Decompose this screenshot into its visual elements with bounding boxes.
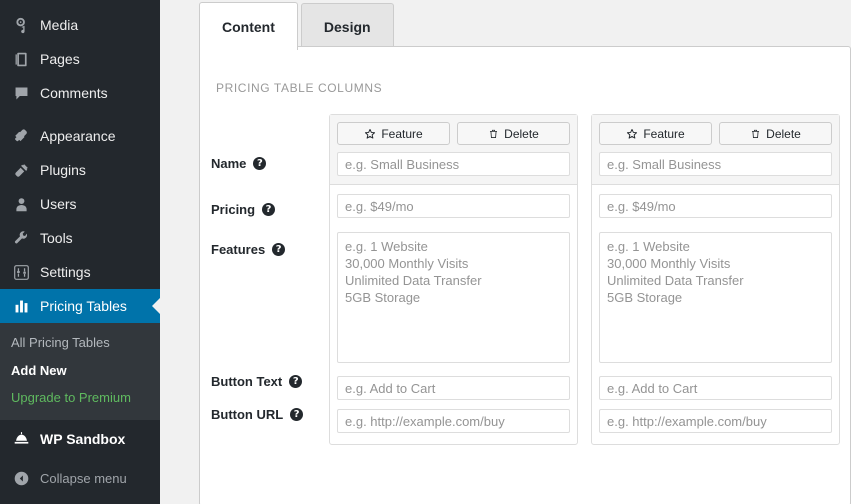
- column-pricing-input[interactable]: [337, 194, 570, 218]
- sidebar-item-plugins[interactable]: Plugins: [0, 153, 160, 187]
- sidebar-item-settings[interactable]: Settings: [0, 255, 160, 289]
- sidebar-item-label: Comments: [40, 86, 108, 100]
- sidebar-item-label: Media: [40, 18, 78, 32]
- sidebar-item-appearance[interactable]: Appearance: [0, 119, 160, 153]
- delete-button[interactable]: Delete: [719, 122, 832, 145]
- sidebar-item-comments[interactable]: Comments: [0, 76, 160, 110]
- label-name: Name ?: [211, 156, 266, 171]
- column-name-input[interactable]: [337, 152, 570, 176]
- tab-content[interactable]: Content: [199, 2, 298, 50]
- help-icon[interactable]: ?: [289, 375, 302, 388]
- column-header: Feature Delete: [330, 115, 577, 185]
- help-icon[interactable]: ?: [290, 408, 303, 421]
- column-body: [592, 185, 839, 444]
- chart-bar-icon: [11, 296, 31, 316]
- label-button-url: Button URL ?: [211, 407, 303, 422]
- submenu-item-all-pricing-tables[interactable]: All Pricing Tables: [0, 329, 160, 357]
- column-features-textarea[interactable]: [337, 232, 570, 363]
- plugins-icon: [11, 160, 31, 180]
- settings-icon: [11, 262, 31, 282]
- delete-button-label: Delete: [504, 127, 539, 141]
- sidebar-item-label: WP Sandbox: [40, 432, 125, 446]
- collapse-menu-button[interactable]: Collapse menu: [0, 462, 160, 496]
- wordpress-admin-screen: Media Pages Comments Appearance Plugins: [0, 0, 851, 504]
- column-body: [330, 185, 577, 444]
- sidebar-item-label: Pages: [40, 52, 80, 66]
- sidebar-item-label: Pricing Tables: [40, 299, 127, 313]
- sidebar-item-pages[interactable]: Pages: [0, 42, 160, 76]
- pricing-columns: Feature Delete: [329, 114, 840, 445]
- collapse-arrow-icon: [11, 469, 31, 489]
- pricing-tables-submenu: All Pricing Tables Add New Upgrade to Pr…: [0, 323, 160, 420]
- sidebar-item-label: Tools: [40, 231, 73, 245]
- column-button-text-input[interactable]: [337, 376, 570, 400]
- column-pricing-input[interactable]: [599, 194, 832, 218]
- submenu-item-upgrade-to-premium[interactable]: Upgrade to Premium: [0, 384, 160, 412]
- tools-icon: [11, 228, 31, 248]
- sidebar-item-label: Settings: [40, 265, 91, 279]
- feature-button[interactable]: Feature: [599, 122, 712, 145]
- column-button-text-input[interactable]: [599, 376, 832, 400]
- help-icon[interactable]: ?: [253, 157, 266, 170]
- column-button-url-input[interactable]: [337, 409, 570, 433]
- comments-icon: [11, 83, 31, 103]
- sidebar-item-label: Plugins: [40, 163, 86, 177]
- users-icon: [11, 194, 31, 214]
- content-panel: PRICING TABLE COLUMNS Name ? Pricing ? F…: [199, 46, 851, 504]
- admin-sidebar: Media Pages Comments Appearance Plugins: [0, 0, 160, 504]
- trash-icon: [750, 128, 761, 140]
- tab-bar: Content Design: [199, 0, 397, 50]
- main-content-area: Content Design PRICING TABLE COLUMNS Nam…: [160, 0, 851, 504]
- label-pricing: Pricing ?: [211, 202, 275, 217]
- help-icon[interactable]: ?: [272, 243, 285, 256]
- label-button-text: Button Text ?: [211, 374, 302, 389]
- column-header-buttons: Feature Delete: [599, 122, 832, 145]
- delete-button-label: Delete: [766, 127, 801, 141]
- feature-button[interactable]: Feature: [337, 122, 450, 145]
- sidebar-item-users[interactable]: Users: [0, 187, 160, 221]
- tab-design[interactable]: Design: [301, 3, 394, 50]
- appearance-icon: [11, 126, 31, 146]
- sidebar-item-wp-sandbox[interactable]: WP Sandbox: [0, 422, 160, 456]
- collapse-menu-label: Collapse menu: [40, 471, 127, 486]
- column-button-url-input[interactable]: [599, 409, 832, 433]
- column-header: Feature Delete: [592, 115, 839, 185]
- star-outline-icon: [364, 128, 376, 140]
- trash-icon: [488, 128, 499, 140]
- column-header-buttons: Feature Delete: [337, 122, 570, 145]
- help-icon[interactable]: ?: [262, 203, 275, 216]
- column-features-textarea[interactable]: [599, 232, 832, 363]
- sidebar-item-label: Users: [40, 197, 77, 211]
- sidebar-item-label: Appearance: [40, 129, 116, 143]
- sidebar-item-tools[interactable]: Tools: [0, 221, 160, 255]
- pages-icon: [11, 49, 31, 69]
- section-title: PRICING TABLE COLUMNS: [216, 81, 382, 95]
- pricing-column: Feature Delete: [329, 114, 578, 445]
- feature-button-label: Feature: [381, 127, 422, 141]
- column-name-input[interactable]: [599, 152, 832, 176]
- delete-button[interactable]: Delete: [457, 122, 570, 145]
- sidebar-item-pricing-tables[interactable]: Pricing Tables: [0, 289, 160, 323]
- feature-button-label: Feature: [643, 127, 684, 141]
- star-outline-icon: [626, 128, 638, 140]
- sidebar-item-media[interactable]: Media: [0, 8, 160, 42]
- pricing-column: Feature Delete: [591, 114, 840, 445]
- sandbox-icon: [11, 429, 31, 449]
- label-features: Features ?: [211, 242, 285, 257]
- submenu-item-add-new[interactable]: Add New: [0, 357, 160, 385]
- media-icon: [11, 15, 31, 35]
